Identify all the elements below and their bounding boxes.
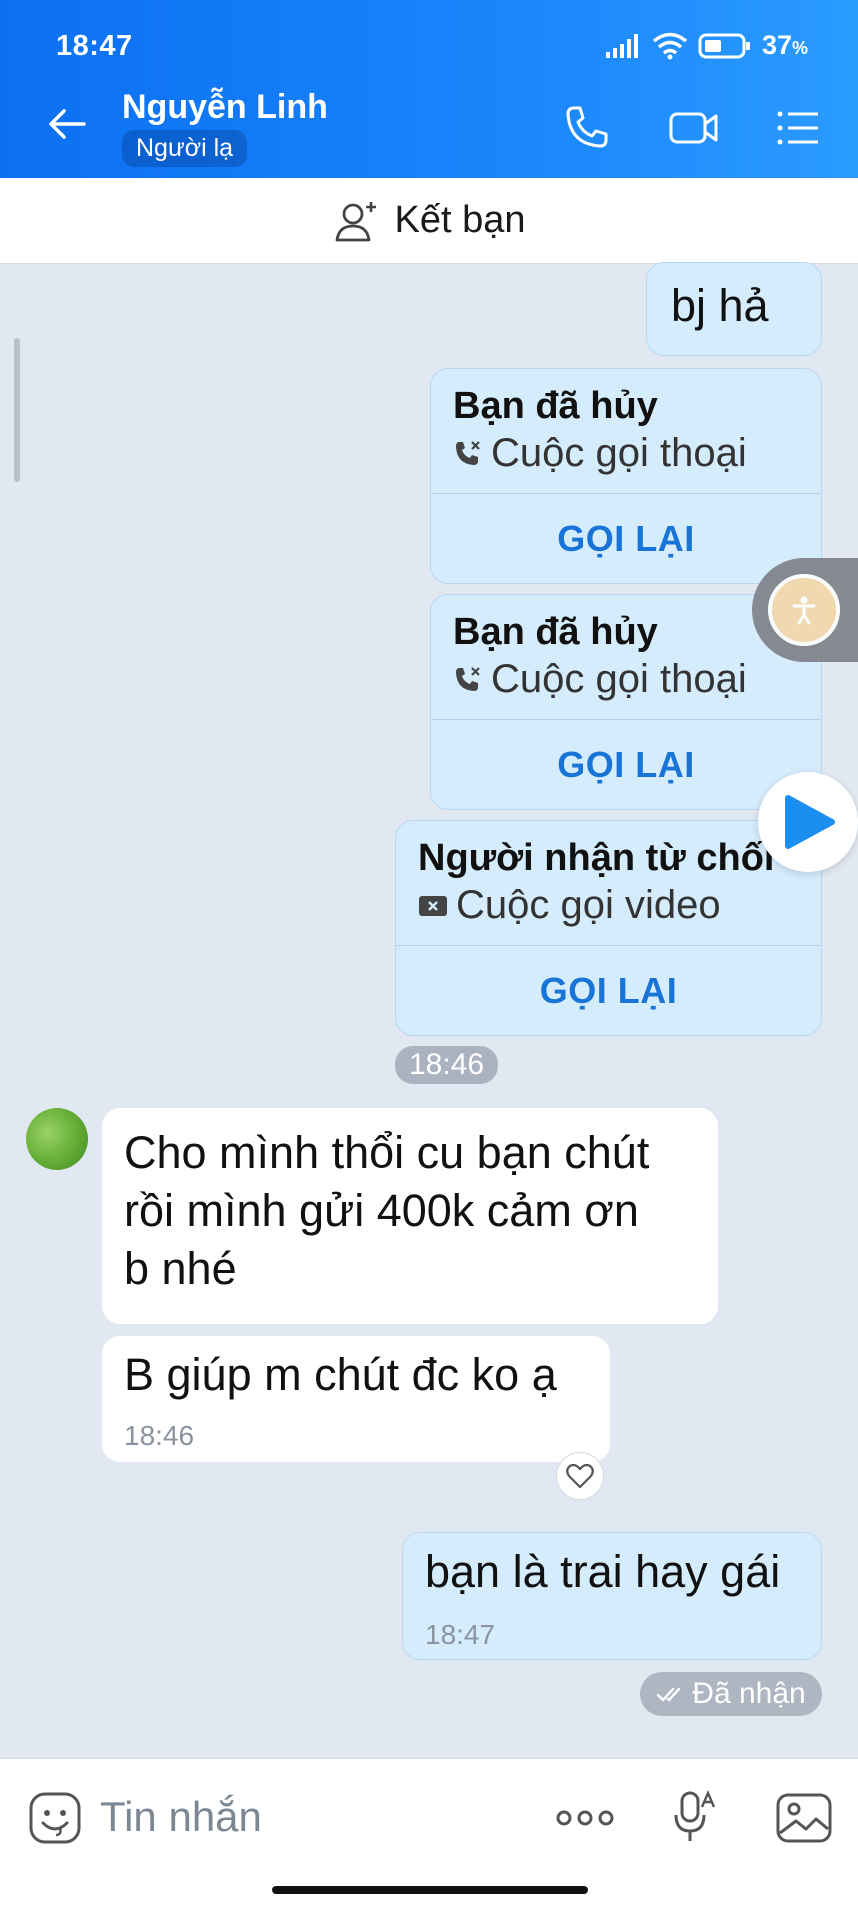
battery-percent: 37%	[761, 30, 808, 60]
accessibility-icon	[792, 596, 816, 625]
call-title: Bạn đã hủy	[453, 611, 658, 653]
delivery-status: Đã nhận	[640, 1672, 822, 1716]
battery-icon	[698, 33, 750, 58]
message-time: 18:46	[124, 1420, 195, 1451]
status-bar: 18:47 37%	[0, 0, 858, 72]
home-indicator[interactable]	[272, 1886, 588, 1894]
message-line: rồi mình gửi 400k cảm ơn	[124, 1185, 639, 1236]
add-friend-icon	[335, 201, 376, 241]
incoming-message[interactable]: Cho mình thổi cu bạn chút rồi mình gửi 4…	[102, 1108, 718, 1324]
stranger-badge: Người lạ	[122, 130, 248, 167]
call-title: Người nhận từ chối	[418, 837, 775, 879]
incoming-message[interactable]: B giúp m chút đc ko ạ 18:46	[102, 1336, 610, 1462]
call-subtitle: Cuộc gọi thoại	[453, 657, 747, 702]
message-input[interactable]: Tin nhắn	[100, 1793, 262, 1841]
play-icon	[785, 795, 835, 849]
menu-list-icon[interactable]	[772, 102, 824, 154]
image-icon[interactable]	[774, 1789, 834, 1847]
video-camera-icon	[419, 895, 447, 916]
scroll-indicator[interactable]	[14, 338, 20, 482]
chat-header: Nguyễn Linh Người lạ	[0, 78, 858, 178]
contact-name[interactable]: Nguyễn Linh	[122, 88, 328, 127]
reaction-button[interactable]	[556, 1452, 604, 1500]
voice-to-text-icon[interactable]	[666, 1789, 724, 1847]
contact-avatar[interactable]	[26, 1108, 88, 1170]
call-subtitle: Cuộc gọi video	[418, 883, 721, 928]
message-text: B giúp m chút đc ko ạ	[124, 1349, 557, 1400]
phone-call-icon[interactable]	[560, 102, 612, 154]
play-float-button[interactable]	[758, 772, 858, 872]
message-time: 18:47	[425, 1619, 496, 1650]
message-text: bạn là trai hay gái	[425, 1546, 781, 1597]
sticker-icon[interactable]	[26, 1789, 84, 1847]
status-time: 18:47	[56, 30, 133, 62]
top-bar: 18:47 37% Nguyễn Linh Người lạ	[0, 0, 858, 178]
accessibility-float-button[interactable]	[752, 558, 858, 662]
call-subtitle: Cuộc gọi thoại	[453, 431, 747, 476]
message-line: b nhé	[124, 1243, 237, 1294]
call-back-button[interactable]: GỌI LẠI	[396, 946, 821, 1035]
message-line: Cho mình thổi cu bạn chút	[124, 1127, 650, 1178]
outgoing-message[interactable]: bj hả	[646, 262, 822, 356]
wifi-icon	[652, 32, 688, 59]
call-card-cancelled: Bạn đã hủy Cuộc gọi thoại GỌI LẠI	[430, 368, 822, 584]
timestamp-chip: 18:46	[395, 1046, 499, 1084]
heart-icon	[566, 1463, 594, 1489]
video-call-icon[interactable]	[668, 102, 720, 154]
more-options-icon[interactable]	[554, 1789, 616, 1847]
call-title: Bạn đã hủy	[453, 385, 658, 427]
add-friend-label: Kết bạn	[394, 199, 526, 241]
double-check-icon	[657, 1687, 681, 1702]
call-back-button[interactable]: GỌI LẠI	[431, 494, 821, 583]
add-friend-bar[interactable]: Kết bạn	[0, 178, 858, 264]
missed-call-icon	[456, 440, 480, 465]
back-arrow-icon[interactable]	[44, 100, 92, 148]
message-text: bj hả	[671, 280, 769, 331]
status-icons: 37%	[605, 30, 808, 61]
missed-call-icon	[456, 666, 480, 691]
signal-icon	[605, 33, 638, 58]
outgoing-message[interactable]: bạn là trai hay gái 18:47	[402, 1532, 822, 1660]
